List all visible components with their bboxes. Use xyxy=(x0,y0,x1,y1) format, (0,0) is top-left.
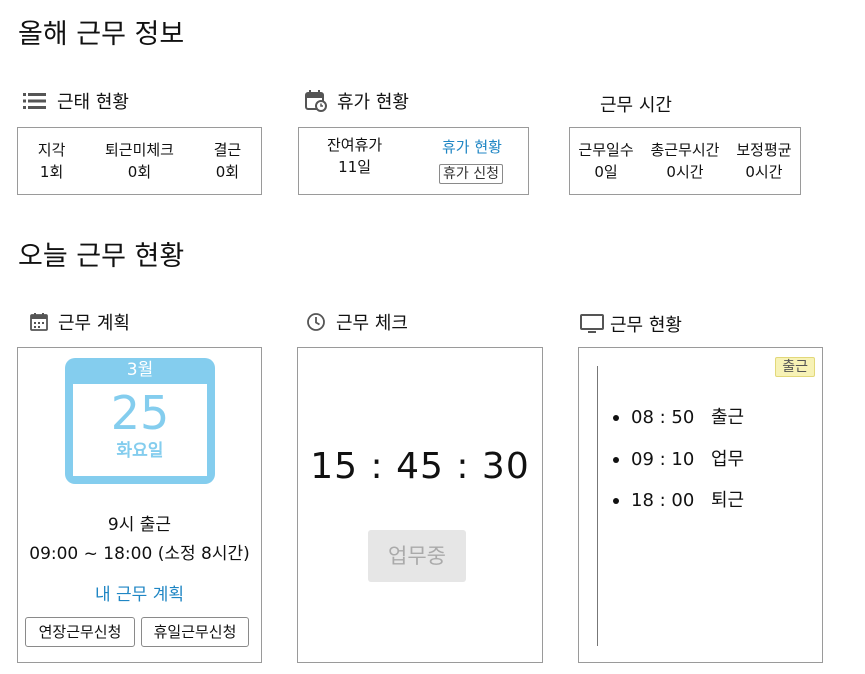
bullet-icon xyxy=(613,498,619,504)
attendance-card: 지각 1회 퇴근미체크 0회 결근 0회 xyxy=(17,127,262,195)
log-time: 08 : 50 xyxy=(631,407,695,428)
check-card: 15 : 45 : 30 업무중 xyxy=(297,347,543,663)
stat-value: 0시간 xyxy=(666,163,704,181)
log-time: 09 : 10 xyxy=(631,449,695,470)
log-time: 18 : 00 xyxy=(631,490,695,511)
calendar-weekday: 화요일 xyxy=(116,441,164,461)
stat-value: 0회 xyxy=(215,163,240,181)
list-icon xyxy=(23,91,47,111)
plan-card: 3월 25 화요일 9시 출근 09:00 ~ 18:00 (소정 8시간) 내… xyxy=(17,347,262,663)
status-card: 출근 08 : 50 출근 09 : 10 업무 18 : 00 퇴근 xyxy=(578,347,823,663)
today-section-title: 오늘 근무 현황 xyxy=(18,241,185,272)
stat-label: 결근 xyxy=(213,141,242,159)
clock-icon xyxy=(306,312,326,332)
status-badge: 출근 xyxy=(775,357,815,377)
log-label: 업무 xyxy=(711,449,745,470)
stat-value: 0회 xyxy=(127,163,152,181)
stat-label: 총근무시간 xyxy=(650,141,720,159)
annual-section-title: 올해 근무 정보 xyxy=(18,19,185,50)
calendar-day: 25 xyxy=(110,386,170,440)
calendar-clock-icon xyxy=(305,90,327,112)
current-time-clock: 15 : 45 : 30 xyxy=(310,446,530,487)
leave-title: 휴가 현황 xyxy=(337,92,409,113)
attendance-header: 근태 현황 xyxy=(23,88,129,114)
my-plan-link[interactable]: 내 근무 계획 xyxy=(18,580,261,605)
leave-status-link[interactable]: 휴가 현황 xyxy=(442,136,502,157)
hours-header: 근무 시간 xyxy=(600,91,672,117)
working-status-button[interactable]: 업무중 xyxy=(368,530,466,582)
stat-label: 근무일수 xyxy=(578,141,634,159)
overtime-request-button[interactable]: 연장근무신청 xyxy=(25,617,135,647)
workdays-stat: 근무일수 0일 xyxy=(578,139,633,183)
stat-label: 지각 xyxy=(37,141,66,159)
hours-card: 근무일수 0일 총근무시간 0시간 보정평균 0시간 xyxy=(569,127,801,195)
adjusted-average-stat: 보정평균 0시간 xyxy=(736,139,791,183)
plan-title: 근무 계획 xyxy=(58,313,130,334)
stat-value: 0시간 xyxy=(745,163,783,181)
status-header: 근무 현황 xyxy=(580,311,682,337)
stat-value: 1회 xyxy=(39,163,64,181)
hours-title: 근무 시간 xyxy=(600,95,672,116)
plan-header: 근무 계획 xyxy=(30,309,130,335)
total-hours-stat: 총근무시간 0시간 xyxy=(650,139,719,183)
log-item: 09 : 10 업무 xyxy=(613,448,744,472)
log-label: 퇴근 xyxy=(711,490,745,511)
stat-label: 보정평균 xyxy=(736,141,792,159)
no-checkout-stat: 퇴근미체크 0회 xyxy=(105,139,174,183)
leave-apply-button[interactable]: 휴가 신청 xyxy=(439,164,503,184)
log-item: 08 : 50 출근 xyxy=(613,406,744,430)
stat-label: 퇴근미체크 xyxy=(104,141,174,159)
schedule-text: 09:00 ~ 18:00 (소정 8시간) xyxy=(29,544,250,564)
calendar-widget: 3월 25 화요일 xyxy=(65,358,215,484)
stat-value: 0일 xyxy=(594,163,618,181)
bullet-icon xyxy=(613,415,619,421)
leave-card: 잔여휴가 11일 휴가 현황 휴가 신청 xyxy=(298,127,529,195)
calendar-month: 3월 xyxy=(126,360,154,380)
absence-stat: 결근 0회 xyxy=(214,139,242,183)
attendance-title: 근태 현황 xyxy=(57,92,129,113)
check-title: 근무 체크 xyxy=(336,313,408,334)
stat-label: 잔여휴가 xyxy=(327,136,383,154)
late-stat: 지각 1회 xyxy=(38,139,66,183)
monitor-icon xyxy=(580,313,604,335)
timeline-line xyxy=(597,366,598,646)
bullet-icon xyxy=(613,457,619,463)
log-item: 18 : 00 퇴근 xyxy=(613,489,744,513)
holiday-work-request-button[interactable]: 휴일근무신청 xyxy=(141,617,249,647)
start-time-text: 9시 출근 xyxy=(107,515,172,535)
status-title: 근무 현황 xyxy=(610,315,682,336)
remaining-leave-stat: 잔여휴가 11일 xyxy=(327,134,382,178)
stat-value: 11일 xyxy=(338,158,372,176)
log-label: 출근 xyxy=(711,407,745,428)
leave-header: 휴가 현황 xyxy=(305,88,409,114)
calendar-icon xyxy=(30,313,48,331)
check-header: 근무 체크 xyxy=(306,309,408,335)
